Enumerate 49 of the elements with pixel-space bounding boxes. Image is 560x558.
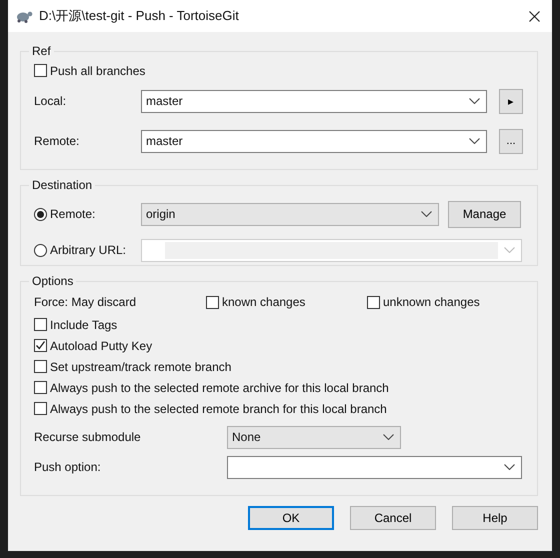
radio-button[interactable]	[34, 244, 47, 256]
field-label: Remote:	[34, 134, 80, 148]
browse-button[interactable]: ...	[499, 128, 523, 154]
radio-label: Arbitrary URL:	[50, 243, 126, 257]
field-label: Push option:	[34, 460, 102, 474]
dialog-button[interactable]: Cancel	[350, 506, 436, 530]
manage-button[interactable]: Manage	[448, 200, 521, 228]
checkbox-label: Include Tags	[50, 318, 118, 332]
checkbox[interactable]	[206, 296, 219, 308]
field-label: Recurse submodule	[34, 430, 142, 444]
checkbox[interactable]	[34, 402, 47, 415]
chevron-icon	[383, 434, 394, 440]
checkbox-label: Push all branches	[50, 64, 146, 78]
branch-arrow-button[interactable]: ▸	[499, 88, 523, 114]
dialog-button[interactable]: Help	[452, 506, 538, 530]
chevron-icon	[469, 138, 480, 144]
checkbox-label: Always push to the selected remote branch for this local branch	[50, 402, 387, 416]
radio-button[interactable]	[34, 208, 47, 220]
group-title: Ref	[31, 44, 52, 58]
close-icon[interactable]	[529, 10, 540, 22]
checkbox-label: unknown changes	[383, 295, 480, 309]
checkbox-label: Always push to the selected remote archive for this local branch	[50, 380, 389, 394]
checkbox[interactable]	[34, 360, 47, 373]
checkbox[interactable]	[34, 318, 47, 331]
checkbox-label: Set upstream/track remote branch	[50, 360, 232, 374]
dialog-button[interactable]: OK	[248, 506, 334, 530]
checkbox[interactable]	[34, 64, 47, 77]
checkbox[interactable]	[367, 296, 380, 308]
branch-dropdown[interactable]: master	[141, 130, 487, 152]
checkbox[interactable]	[34, 339, 47, 352]
checkbox-label: known changes	[222, 295, 306, 309]
chevron-icon	[504, 247, 515, 253]
branch-dropdown[interactable]: master	[141, 90, 487, 112]
url-field[interactable]	[141, 238, 522, 262]
group-title: Options	[31, 274, 74, 288]
window-title: D:\开源\test-git - Push - TortoiseGit	[39, 7, 240, 25]
radio-label: Remote:	[50, 207, 96, 221]
chevron-icon	[504, 464, 515, 470]
checkbox[interactable]	[34, 381, 47, 394]
force-label: Force: May discard	[34, 295, 138, 309]
submodule-dropdown[interactable]: None	[227, 426, 401, 448]
chevron-icon	[421, 211, 432, 217]
checkbox-label: Autoload Putty Key	[50, 338, 152, 352]
chevron-icon	[469, 98, 480, 104]
remote-dropdown[interactable]: origin	[141, 202, 439, 226]
field-label: Local:	[34, 94, 68, 108]
push-option-field[interactable]	[227, 456, 522, 478]
turtle-icon	[16, 9, 33, 23]
group-title: Destination	[31, 178, 94, 192]
